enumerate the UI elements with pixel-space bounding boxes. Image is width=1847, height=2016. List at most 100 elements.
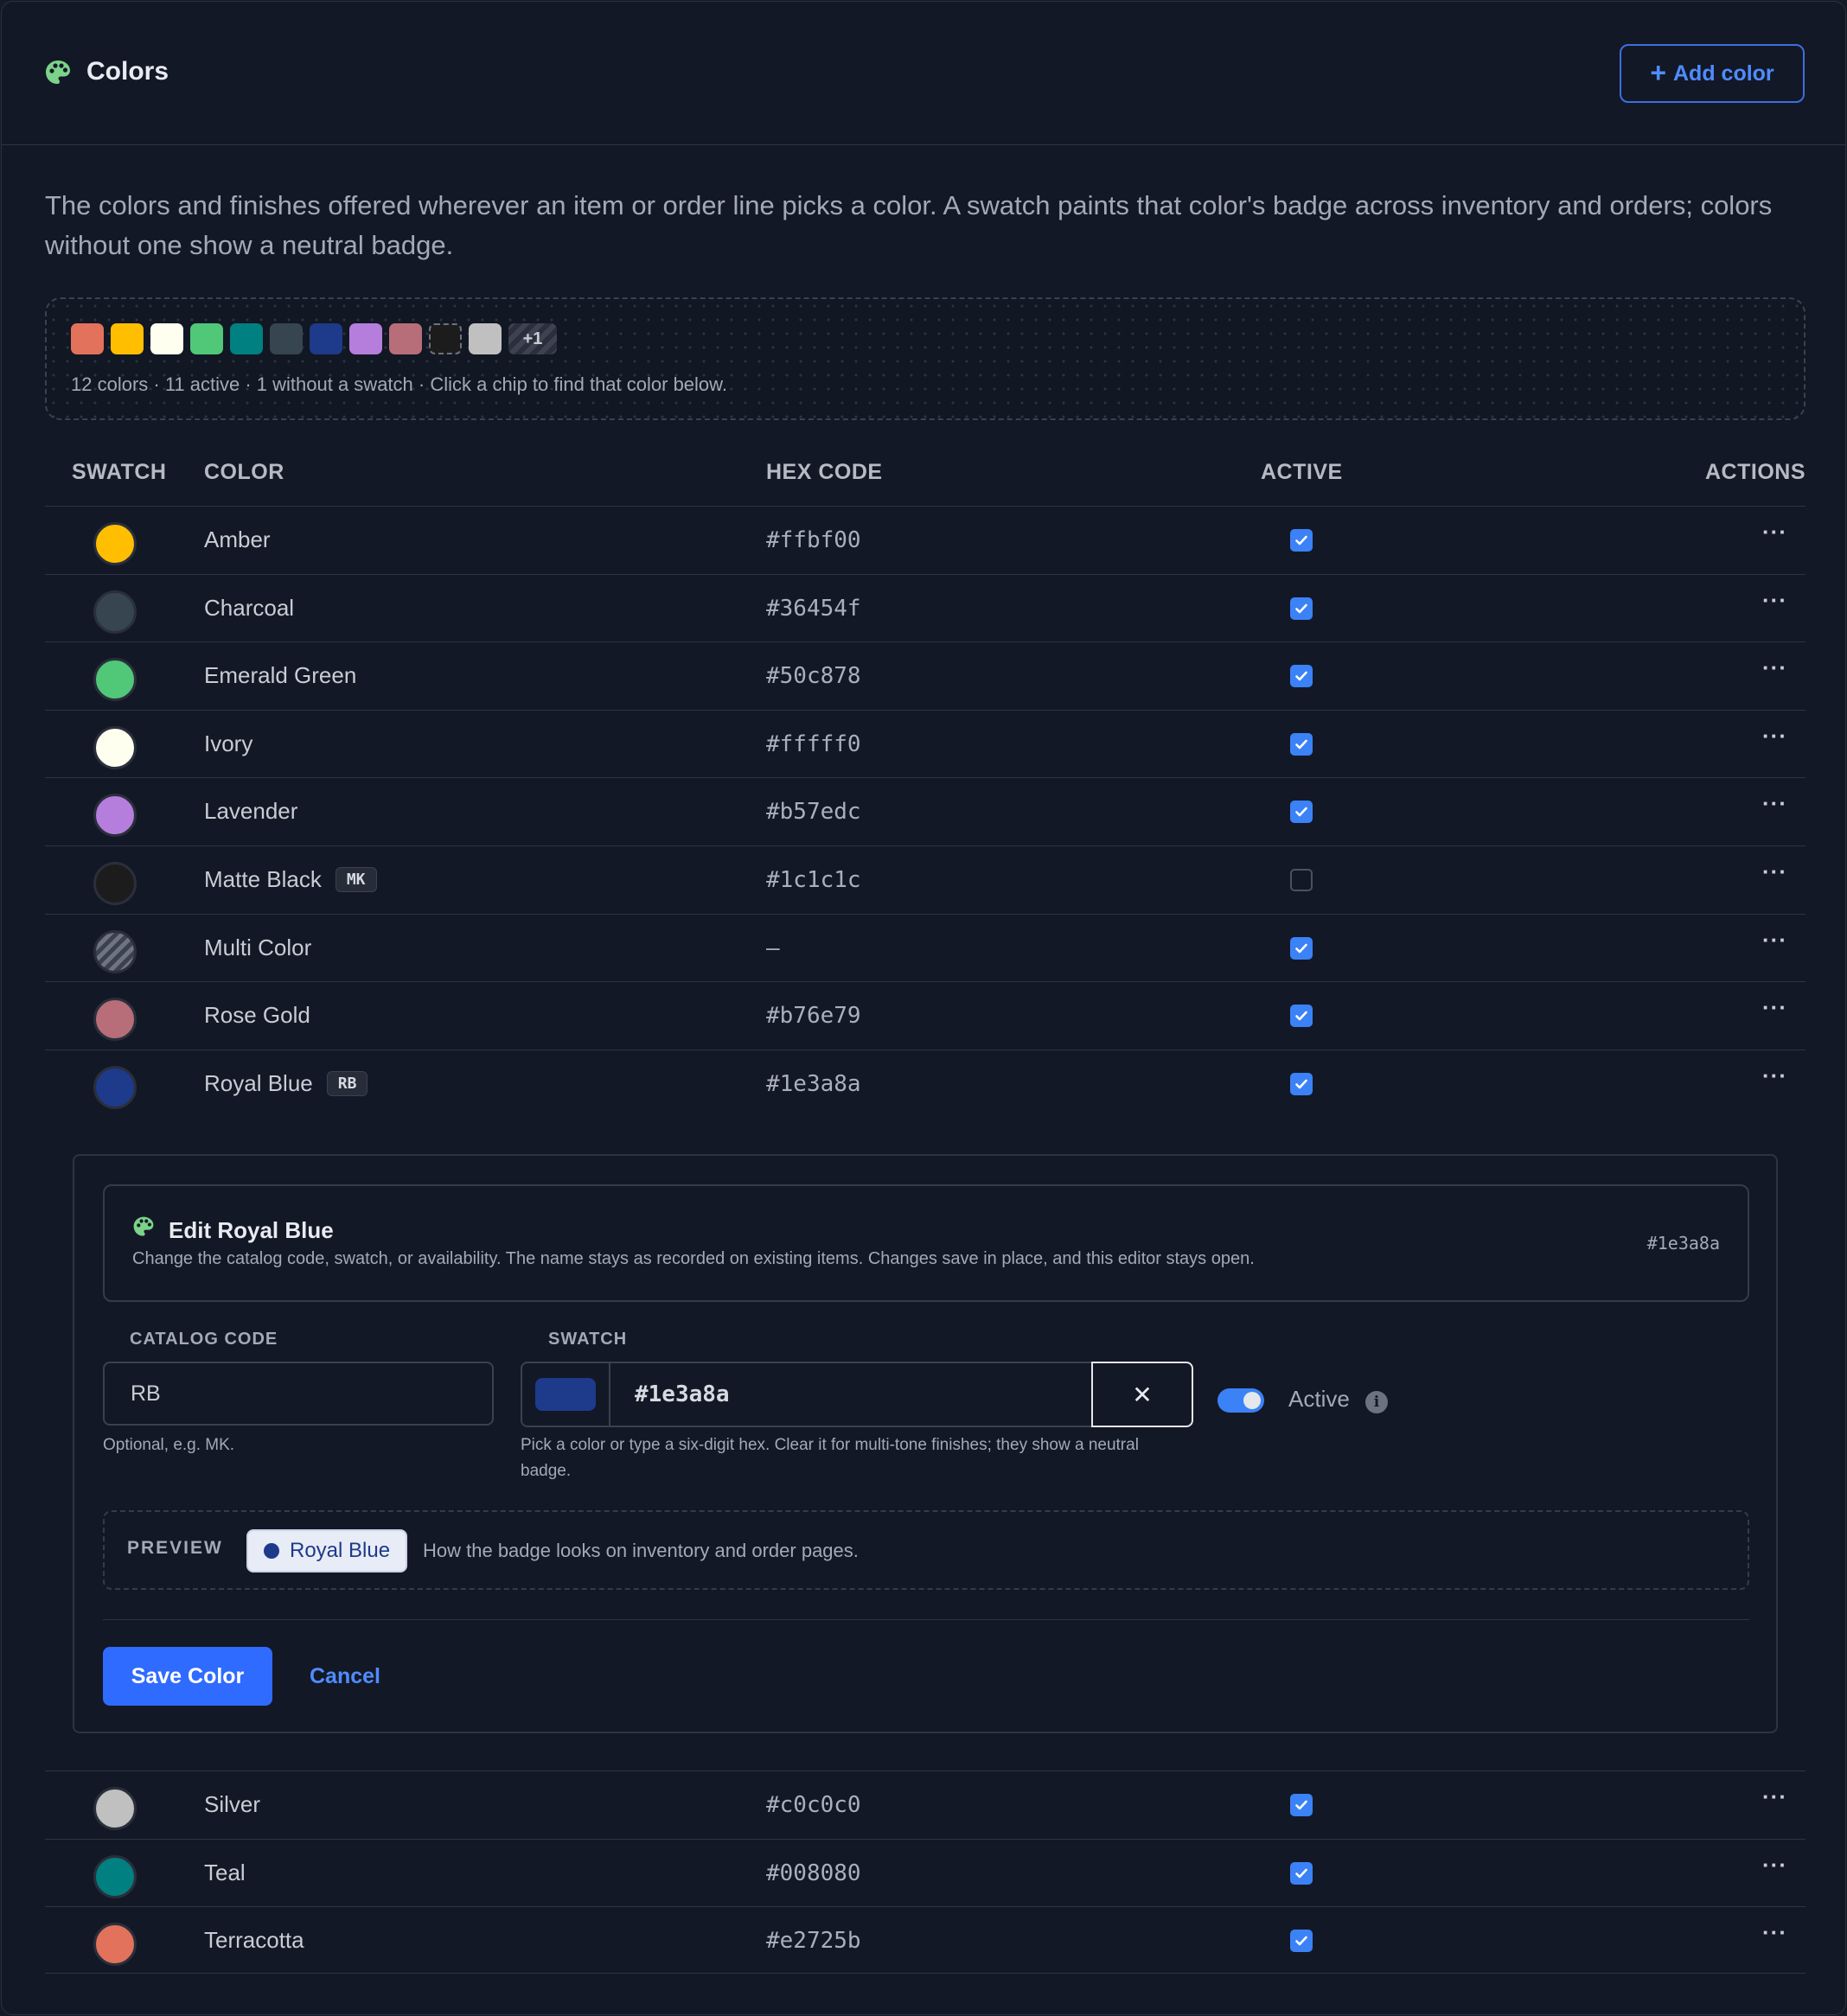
hex-code: #b76e79 [766, 1003, 861, 1030]
active-toggle[interactable] [1217, 1388, 1264, 1413]
row-actions-menu[interactable]: ··· [1762, 1852, 1787, 1879]
table-row[interactable]: Emerald Green #50c878 ··· [45, 641, 1805, 709]
row-actions-menu[interactable]: ··· [1762, 654, 1787, 681]
swatch-chip[interactable] [469, 323, 502, 354]
swatch-chip[interactable] [230, 323, 263, 354]
swatch-chip[interactable] [150, 323, 183, 354]
catalog-code-input[interactable]: RB [103, 1362, 494, 1426]
active-checkbox[interactable] [1290, 936, 1313, 960]
table-row[interactable]: Amber #ffbf00 ··· [45, 506, 1805, 573]
color-name: Terracotta [204, 1927, 304, 1954]
row-actions-menu[interactable]: ··· [1762, 723, 1787, 750]
editor-subtitle: Change the catalog code, swatch, or avai… [132, 1249, 1255, 1268]
more-chips-indicator[interactable]: +1 [508, 323, 557, 354]
active-checkbox[interactable] [1290, 1794, 1313, 1816]
active-checkbox[interactable] [1290, 801, 1313, 824]
swatch-chip[interactable] [190, 323, 223, 354]
hex-code: #50c878 [766, 663, 861, 690]
table-row[interactable]: Terracotta #e2725b ··· [45, 1906, 1805, 1974]
check-icon [1295, 603, 1307, 613]
row-actions-menu[interactable]: ··· [1762, 1919, 1787, 1946]
swatch-chip[interactable] [349, 323, 382, 354]
color-name: Silver [204, 1791, 261, 1817]
row-actions-menu[interactable]: ··· [1762, 587, 1787, 614]
row-actions-menu[interactable]: ··· [1762, 858, 1787, 885]
color-name-cell: Multi Color [204, 935, 311, 961]
hex-code: #1c1c1c [766, 867, 861, 893]
hex-code: #c0c0c0 [766, 1792, 861, 1818]
clear-swatch-button[interactable]: ✕ [1091, 1362, 1193, 1427]
row-actions-menu[interactable]: ··· [1762, 927, 1787, 954]
active-checkbox[interactable] [1290, 1930, 1313, 1953]
row-actions-menu[interactable]: ··· [1762, 1783, 1787, 1810]
summary-text: 12 colors · 11 active · 1 without a swat… [71, 373, 727, 395]
color-swatch [93, 998, 137, 1042]
swatch-chip[interactable] [389, 323, 422, 354]
table-row[interactable]: Silver #c0c0c0 ··· [45, 1770, 1805, 1838]
preview-text: How the badge looks on inventory and ord… [423, 1540, 859, 1561]
swatch-chip[interactable] [111, 323, 144, 354]
table-row[interactable]: Multi Color — ··· [45, 913, 1805, 981]
check-icon [1295, 535, 1307, 545]
color-name: Ivory [204, 730, 253, 756]
badge-preview: PREVIEW Royal Blue How the badge looks o… [103, 1510, 1749, 1590]
hex-code: #1e3a8a [766, 1070, 861, 1097]
swatch-hex-input[interactable]: #1e3a8a [609, 1362, 1093, 1427]
active-checkbox[interactable] [1290, 665, 1313, 688]
color-swatch [93, 522, 137, 565]
color-name-cell: Rose Gold [204, 1002, 310, 1029]
active-checkbox[interactable] [1290, 869, 1313, 891]
edit-color-panel: Edit Royal Blue Change the catalog code,… [73, 1154, 1778, 1733]
table-row[interactable]: Ivory #fffff0 ··· [45, 709, 1805, 777]
preview-badge: Royal Blue [246, 1529, 408, 1573]
row-actions-menu[interactable]: ··· [1762, 994, 1787, 1021]
add-color-button[interactable]: + Add color [1620, 44, 1805, 103]
active-checkbox[interactable] [1290, 1072, 1313, 1095]
color-name-cell: Lavender [204, 798, 297, 825]
editor-hex: #1e3a8a [1646, 1233, 1720, 1254]
swatch-color-picker[interactable] [521, 1362, 610, 1427]
row-actions-menu[interactable]: ··· [1762, 790, 1787, 817]
active-checkbox[interactable] [1290, 1005, 1313, 1028]
active-checkbox[interactable] [1290, 732, 1313, 756]
row-actions-menu[interactable]: ··· [1762, 1062, 1787, 1089]
color-swatch [93, 929, 137, 973]
hex-code: #e2725b [766, 1928, 861, 1955]
table-row[interactable]: Matte Black MK #1c1c1c ··· [45, 845, 1805, 913]
color-name: Amber [204, 526, 271, 552]
catalog-code-help: Optional, e.g. MK. [103, 1436, 235, 1454]
hex-code: #b57edc [766, 799, 861, 826]
active-checkbox[interactable] [1290, 529, 1313, 552]
color-name-cell: Matte Black MK [204, 866, 377, 893]
color-name: Emerald Green [204, 662, 357, 689]
swatch-chip[interactable] [310, 323, 342, 354]
close-icon: ✕ [1132, 1381, 1153, 1408]
swatch-chip[interactable] [71, 323, 104, 354]
save-color-button[interactable]: Save Color [103, 1647, 272, 1706]
color-name-cell: Charcoal [204, 595, 294, 622]
swatch-chip[interactable] [429, 323, 462, 354]
color-swatch [93, 1787, 137, 1830]
table-row[interactable]: Lavender #b57edc ··· [45, 777, 1805, 845]
color-name-cell: Royal Blue RB [204, 1070, 368, 1097]
color-swatch [93, 794, 137, 838]
color-swatch [93, 658, 137, 702]
preview-badge-label: Royal Blue [290, 1539, 391, 1562]
cancel-button[interactable]: Cancel [310, 1664, 380, 1689]
catalog-code-badge: RB [326, 1070, 368, 1096]
table-row[interactable]: Royal Blue RB #1e3a8a ··· [45, 1049, 1805, 1117]
row-actions-menu[interactable]: ··· [1762, 519, 1787, 545]
table-row[interactable]: Teal #008080 ··· [45, 1838, 1805, 1906]
active-checkbox[interactable] [1290, 1861, 1313, 1885]
active-checkbox[interactable] [1290, 597, 1313, 620]
table-row[interactable]: Charcoal #36454f ··· [45, 573, 1805, 641]
table-bottom-border [45, 1973, 1805, 1974]
color-name: Rose Gold [204, 1002, 310, 1029]
add-color-label: Add color [1673, 61, 1774, 86]
color-name-cell: Terracotta [204, 1927, 304, 1954]
swatch-field: #1e3a8a ✕ [521, 1362, 1193, 1427]
table-row[interactable]: Rose Gold #b76e79 ··· [45, 981, 1805, 1049]
swatch-chip[interactable] [270, 323, 303, 354]
header-actions: ACTIONS [1705, 460, 1805, 484]
info-icon[interactable]: i [1365, 1391, 1388, 1413]
